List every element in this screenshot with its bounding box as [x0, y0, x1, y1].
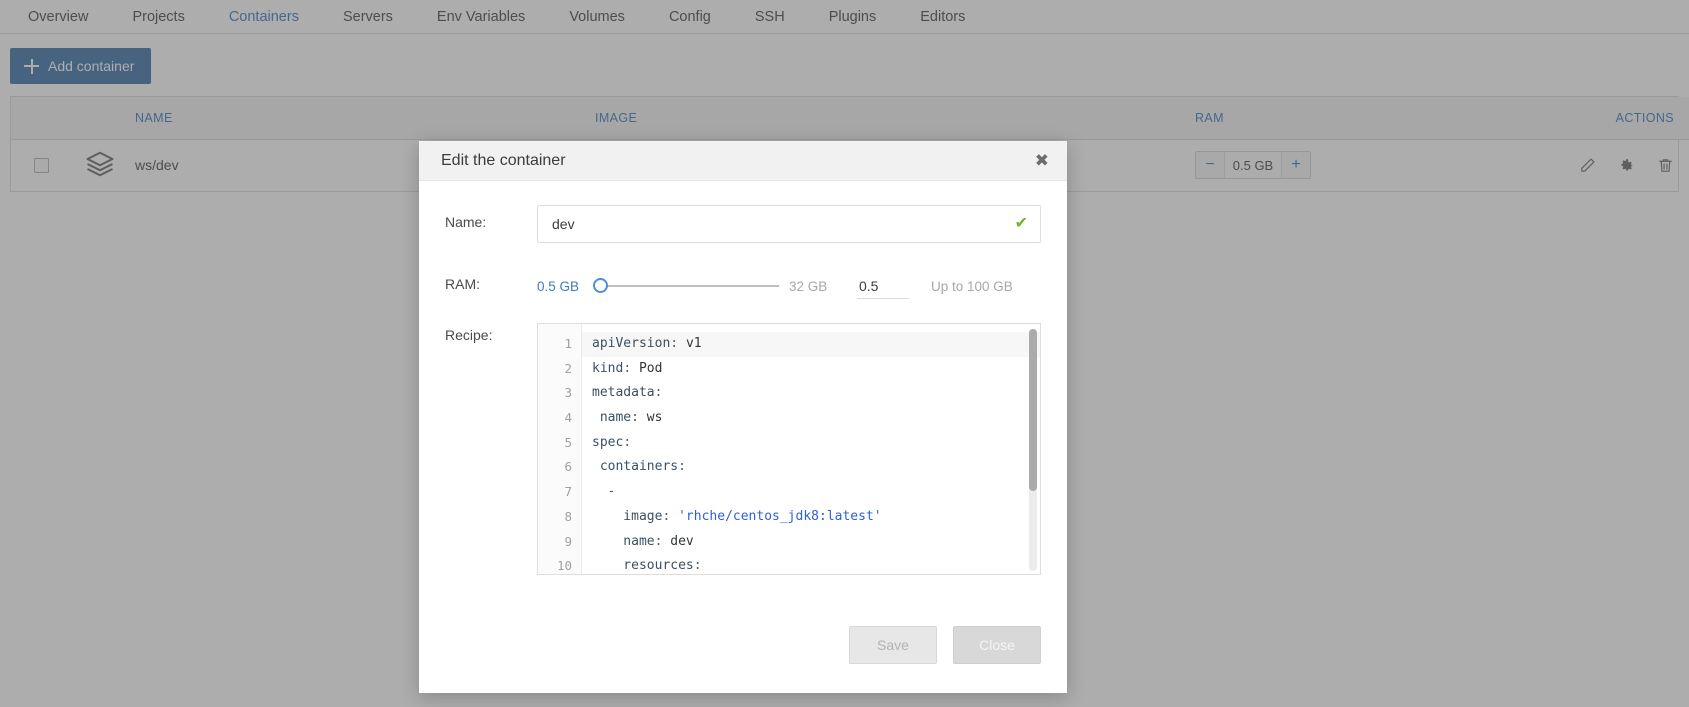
valid-check-icon: ✔ — [1014, 215, 1028, 232]
recipe-field-row: Recipe: 1 2 3 4 5 6 7 8 9 10 apiVersion: v1 kind: … — [445, 323, 1041, 575]
code-token: : — [654, 533, 671, 549]
ram-hint: Up to 100 GB — [931, 278, 1013, 294]
name-input-wrap: ✔ — [537, 205, 1041, 243]
ram-max-label: 32 GB — [789, 278, 828, 294]
ram-number-input[interactable] — [857, 273, 909, 299]
code-line[interactable]: image: 'rhche/centos_jdk8:latest' — [582, 505, 1040, 530]
close-icon[interactable]: ✖ — [1033, 148, 1051, 173]
ram-slider[interactable] — [593, 277, 779, 295]
code-token: kind — [592, 360, 624, 376]
code-token: : — [623, 360, 639, 376]
line-number: 10 — [556, 558, 572, 574]
code-token: : — [693, 558, 702, 574]
line-number: 4 — [564, 410, 572, 426]
code-line[interactable]: metadata: — [582, 381, 1040, 406]
code-line[interactable]: apiVersion: v1 — [582, 332, 1040, 357]
close-button[interactable]: Close — [953, 626, 1041, 664]
code-token: v1 — [685, 336, 702, 351]
code-token: resources — [592, 558, 694, 574]
code-token: - — [592, 484, 616, 500]
line-number: 2 — [564, 360, 572, 376]
save-button[interactable]: Save — [849, 626, 937, 664]
recipe-label: Recipe: — [445, 327, 493, 343]
line-number: 3 — [564, 385, 572, 401]
code-token: Pod — [638, 360, 663, 376]
ram-label: RAM: — [445, 276, 480, 292]
code-token: : — [654, 385, 663, 401]
line-number: 5 — [564, 434, 572, 450]
line-number: 7 — [564, 484, 572, 500]
ram-min-label: 0.5 GB — [537, 278, 580, 294]
code-line[interactable]: containers: — [582, 455, 1040, 480]
edit-container-dialog: Edit the container ✖ Name: ✔ RAM: 0.5 GB — [419, 141, 1067, 693]
code-token: apiVersion — [592, 336, 671, 351]
code-token: 'rhche/centos_jdk8:latest' — [678, 508, 882, 524]
dialog-title: Edit the container — [441, 151, 566, 169]
ram-field-row: RAM: 0.5 GB 32 GB Up to 100 GB — [445, 267, 1041, 299]
code-token: containers — [592, 459, 679, 475]
line-number-gutter: 1 2 3 4 5 6 7 8 9 10 — [538, 324, 582, 574]
code-token: metadata — [592, 385, 655, 401]
code-line[interactable]: - — [582, 480, 1040, 505]
dialog-body: Name: ✔ RAM: 0.5 GB 32 GB — [419, 181, 1067, 575]
slider-track — [601, 285, 779, 287]
code-line[interactable]: resources: — [582, 554, 1040, 574]
code-line[interactable]: kind: Pod — [582, 357, 1040, 382]
code-token: : — [623, 434, 632, 450]
line-number: 1 — [564, 336, 572, 351]
code-token: : — [670, 336, 686, 351]
line-number: 6 — [564, 459, 572, 475]
code-token: dev — [670, 533, 694, 549]
line-number: 8 — [564, 508, 572, 524]
code-token: name — [592, 533, 655, 549]
code-token: spec — [592, 434, 624, 450]
editor-scrollbar-thumb[interactable] — [1029, 329, 1037, 492]
editor-scrollbar[interactable] — [1029, 329, 1037, 571]
name-input[interactable] — [538, 216, 1040, 232]
code-lines[interactable]: apiVersion: v1 kind: Pod metadata: name: w… — [582, 324, 1040, 574]
code-token: image — [592, 508, 663, 524]
dialog-header: Edit the container ✖ — [419, 141, 1067, 181]
code-token: ws — [646, 410, 663, 426]
name-field-row: Name: ✔ — [445, 205, 1041, 243]
code-token: name — [592, 410, 632, 426]
line-number: 9 — [564, 533, 572, 549]
code-line[interactable]: spec: — [582, 431, 1040, 456]
recipe-code-editor[interactable]: 1 2 3 4 5 6 7 8 9 10 apiVersion: v1 kind: Pod metad… — [537, 323, 1041, 575]
dialog-footer: Save Close — [419, 597, 1067, 693]
code-token: : — [662, 508, 679, 524]
code-token: : — [631, 410, 647, 426]
name-label: Name: — [445, 214, 487, 230]
code-token: : — [678, 459, 686, 475]
slider-knob[interactable] — [593, 278, 608, 293]
code-line[interactable]: name: dev — [582, 530, 1040, 555]
code-line[interactable]: name: ws — [582, 406, 1040, 431]
